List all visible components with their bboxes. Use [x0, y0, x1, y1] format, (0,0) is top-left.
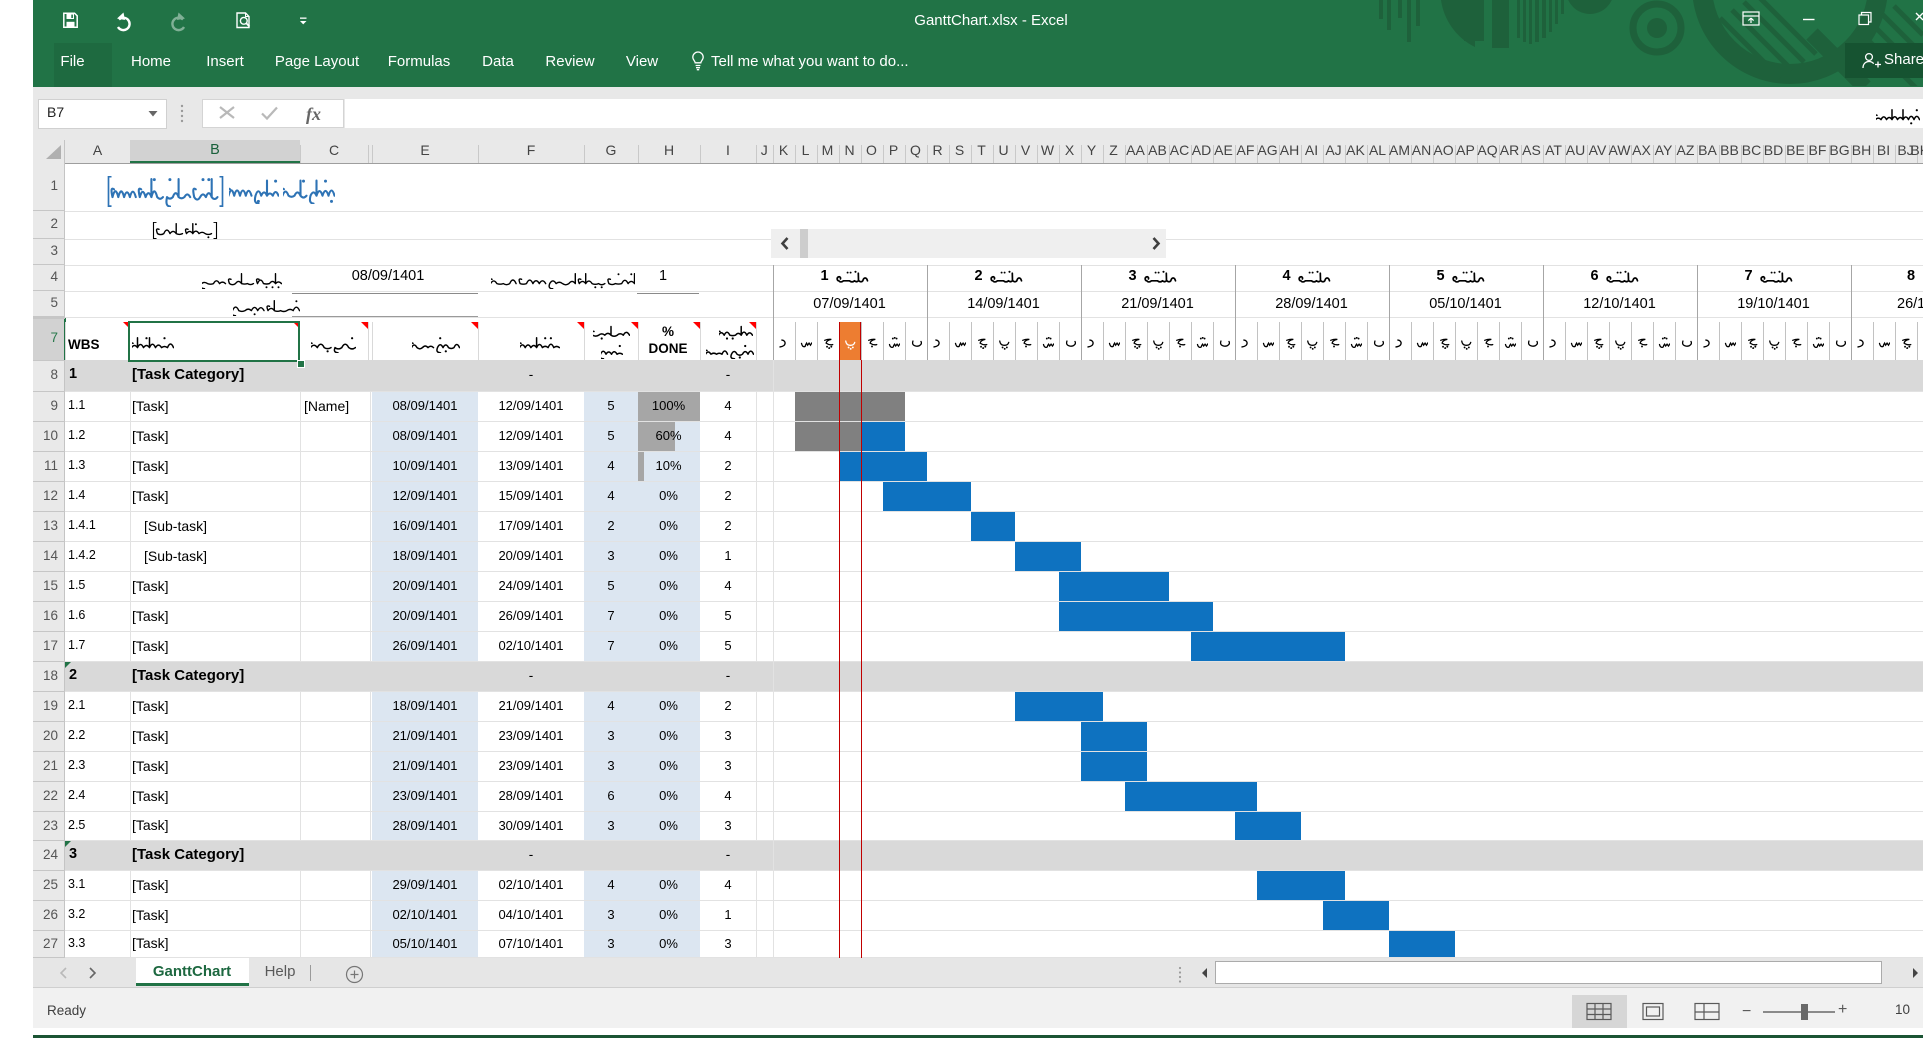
- svg-text:fx: fx: [306, 104, 321, 124]
